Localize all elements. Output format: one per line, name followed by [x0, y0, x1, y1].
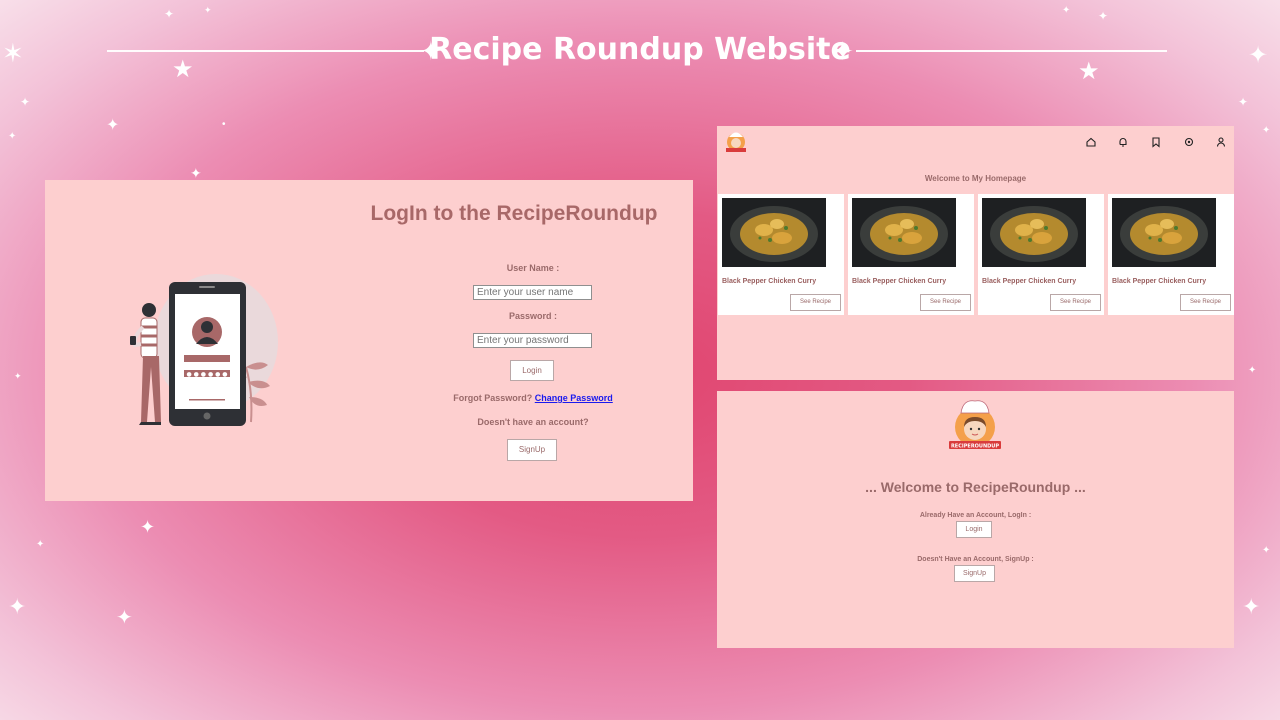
- recipe-title: Black Pepper Chicken Curry: [722, 278, 817, 285]
- star-icon: ✦: [1238, 95, 1249, 109]
- user-icon[interactable]: [1215, 136, 1227, 148]
- star-icon: ✦: [8, 131, 17, 142]
- login-button[interactable]: Login: [510, 360, 554, 381]
- recipe-image: [982, 198, 1086, 267]
- star-icon: ✦: [14, 371, 22, 381]
- see-recipe-button[interactable]: See Recipe: [920, 294, 971, 311]
- star-icon: ✦: [1242, 594, 1261, 619]
- star-icon: •: [222, 119, 226, 130]
- forgot-password-text: Forgot Password?: [453, 393, 533, 403]
- star-icon: ✦: [164, 7, 175, 21]
- svg-text:● ● ● ● ● ●: ● ● ● ● ● ●: [187, 371, 228, 378]
- see-recipe-button[interactable]: See Recipe: [1050, 294, 1101, 311]
- header-line-right: [856, 50, 1167, 52]
- chef-logo-icon: [726, 132, 746, 152]
- star-icon: ✦: [204, 5, 212, 15]
- recipe-title: Black Pepper Chicken Curry: [982, 278, 1077, 285]
- star-icon: ✦: [140, 517, 156, 537]
- star-icon: ✦: [20, 95, 31, 109]
- star-icon: ✦: [36, 539, 45, 550]
- sparkle-icon: ✦: [832, 36, 854, 66]
- star-icon: ✦: [116, 607, 133, 629]
- homepage-screenshot: Welcome to My Homepage Black Pepper Chic…: [717, 126, 1234, 380]
- recipe-card: Black Pepper Chicken Curry See Recipe: [718, 194, 844, 315]
- recipe-image: [722, 198, 826, 267]
- recipe-image: [852, 198, 956, 267]
- recipe-card: Black Pepper Chicken Curry See Recipe: [1108, 194, 1234, 315]
- change-password-link[interactable]: Change Password: [535, 393, 613, 403]
- phone-login-illustration: ● ● ● ● ● ●: [130, 274, 278, 426]
- recipe-title: Black Pepper Chicken Curry: [852, 278, 947, 285]
- recipe-image: [1112, 198, 1216, 267]
- forgot-password-row: Forgot Password? Change Password: [433, 393, 633, 403]
- homepage-title: Welcome to My Homepage: [924, 174, 1027, 183]
- password-label: Password :: [508, 311, 557, 321]
- username-label: User Name :: [506, 263, 560, 273]
- home-icon[interactable]: [1085, 136, 1097, 148]
- settings-icon[interactable]: [1183, 136, 1195, 148]
- star-icon: ✦: [106, 117, 120, 134]
- recipe-card: Black Pepper Chicken Curry See Recipe: [848, 194, 974, 315]
- signup-prompt: Doesn't Have an Account, SignUp :: [917, 556, 1034, 563]
- star-icon: ✦: [1062, 5, 1071, 16]
- see-recipe-button[interactable]: See Recipe: [790, 294, 841, 311]
- welcome-screenshot: RECIPEROUNDUP ... Welcome to RecipeRound…: [717, 391, 1234, 648]
- star-icon: ✦: [190, 165, 202, 181]
- welcome-signup-button[interactable]: SignUp: [954, 565, 995, 582]
- login-prompt: Already Have an Account, LogIn :: [919, 512, 1032, 519]
- logo-text: RECIPEROUNDUP: [951, 444, 999, 450]
- password-input[interactable]: [473, 333, 592, 348]
- chef-logo: RECIPEROUNDUP: [949, 400, 1001, 450]
- signup-button[interactable]: SignUp: [507, 439, 557, 461]
- no-account-text: Doesn't have an account?: [477, 417, 589, 427]
- star-icon: ✦: [1262, 545, 1271, 556]
- star-icon: ✦: [1098, 9, 1109, 23]
- welcome-login-button[interactable]: Login: [956, 521, 992, 538]
- bell-icon[interactable]: [1117, 136, 1129, 148]
- see-recipe-button[interactable]: See Recipe: [1180, 294, 1231, 311]
- welcome-title: ... Welcome to RecipeRoundup ...: [865, 479, 1086, 495]
- star-icon: ✦: [1262, 125, 1271, 136]
- login-screenshot: LogIn to the RecipeRoundup ● ● ● ● ● ● U…: [45, 180, 693, 501]
- bookmark-icon[interactable]: [1150, 136, 1162, 148]
- star-icon: ✦: [1248, 365, 1257, 376]
- username-input[interactable]: [473, 285, 592, 300]
- recipe-title: Black Pepper Chicken Curry: [1112, 278, 1207, 285]
- recipe-card: Black Pepper Chicken Curry See Recipe: [978, 194, 1104, 315]
- star-icon: ✦: [8, 594, 27, 619]
